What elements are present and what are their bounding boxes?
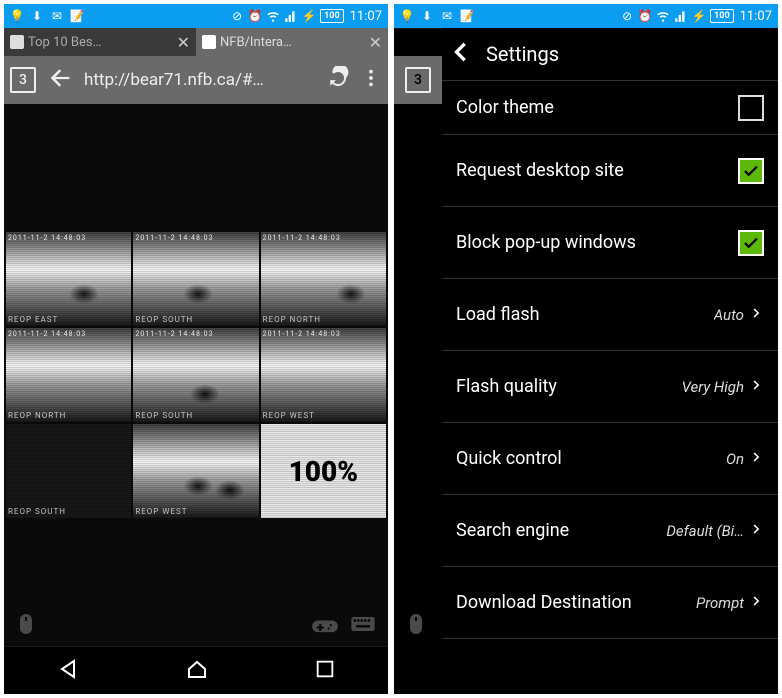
note-icon: 📝 bbox=[460, 9, 474, 23]
statusbar: 💡 ⬇ ✉ 📝 ⊘ ⏰ ⚡ 100 11:07 bbox=[4, 4, 388, 28]
gamepad-icon[interactable] bbox=[310, 610, 340, 642]
checkbox-checked-icon[interactable] bbox=[738, 158, 764, 184]
mail-icon: ✉ bbox=[440, 9, 454, 23]
close-icon[interactable]: ✕ bbox=[369, 33, 382, 52]
wifi-icon bbox=[266, 9, 280, 23]
chevron-right-icon bbox=[750, 519, 764, 543]
overflow-menu-icon[interactable] bbox=[360, 67, 382, 93]
battery-level: 100 bbox=[710, 9, 734, 23]
clock: 11:07 bbox=[740, 9, 772, 24]
camera-cell[interactable]: REOP WEST bbox=[133, 424, 258, 518]
setting-value: Auto bbox=[714, 306, 744, 324]
settings-panel: Settings Color theme Request desktop sit… bbox=[442, 28, 778, 646]
percent-label: 100% bbox=[289, 455, 358, 488]
chevron-right-icon bbox=[750, 303, 764, 327]
alarm-icon: ⏰ bbox=[638, 9, 652, 23]
note-icon: 📝 bbox=[70, 9, 84, 23]
setting-load-flash[interactable]: Load flash Auto bbox=[442, 279, 778, 351]
download-icon: ⬇ bbox=[420, 9, 434, 23]
camera-cell[interactable]: 2011-11-2 14:48:03 REOP SOUTH bbox=[133, 232, 258, 326]
phone-left: 💡 ⬇ ✉ 📝 ⊘ ⏰ ⚡ 100 11:07 Top 10 Bes… ✕ bbox=[4, 4, 388, 694]
statusbar: 💡 ⬇ ✉ 📝 ⊘ ⏰ ⚡ 100 11:07 bbox=[394, 4, 778, 28]
tab-strip: Top 10 Bes… ✕ NFB/Intera… ✕ bbox=[4, 28, 388, 56]
lightbulb-icon: 💡 bbox=[400, 9, 414, 23]
android-navbar bbox=[4, 646, 388, 694]
globe-icon bbox=[202, 35, 216, 49]
setting-quick-control[interactable]: Quick control On bbox=[442, 423, 778, 495]
nav-home-icon[interactable] bbox=[185, 657, 209, 685]
chevron-right-icon bbox=[750, 591, 764, 615]
back-icon[interactable] bbox=[46, 64, 74, 96]
setting-request-desktop[interactable]: Request desktop site bbox=[442, 135, 778, 207]
setting-download-destination[interactable]: Download Destination Prompt bbox=[442, 567, 778, 639]
battery-level: 100 bbox=[320, 9, 344, 23]
setting-block-popups[interactable]: Block pop-up windows bbox=[442, 207, 778, 279]
no-sim-icon: ⊘ bbox=[620, 9, 634, 23]
signal-icon bbox=[674, 9, 688, 23]
camera-cell[interactable]: 2011-11-2 14:48:03 REOP NORTH bbox=[261, 232, 386, 326]
mouse-icon[interactable] bbox=[14, 610, 38, 642]
tab-1[interactable]: NFB/Intera… ✕ bbox=[196, 28, 388, 56]
download-icon: ⬇ bbox=[30, 9, 44, 23]
lightbulb-icon: 💡 bbox=[10, 9, 24, 23]
camera-cell[interactable]: REOP SOUTH bbox=[6, 424, 131, 518]
mail-icon: ✉ bbox=[50, 9, 64, 23]
nav-back-icon[interactable] bbox=[56, 657, 80, 685]
address-bar-peek: 3 bbox=[394, 56, 442, 104]
setting-search-engine[interactable]: Search engine Default (Bi… bbox=[442, 495, 778, 567]
camera-cell[interactable]: 2011-11-2 14:48:03 REOP WEST bbox=[261, 328, 386, 422]
setting-value: Default (Bi… bbox=[666, 522, 744, 540]
url-field[interactable]: http://bear71.nfb.ca/#… bbox=[84, 70, 316, 90]
alarm-icon: ⏰ bbox=[248, 9, 262, 23]
close-icon[interactable]: ✕ bbox=[177, 33, 190, 52]
chevron-right-icon bbox=[750, 447, 764, 471]
setting-value: Prompt bbox=[696, 594, 744, 612]
tabs-count-button[interactable]: 3 bbox=[405, 67, 431, 93]
no-sim-icon: ⊘ bbox=[230, 9, 244, 23]
address-bar: 3 http://bear71.nfb.ca/#… bbox=[4, 56, 388, 104]
camera-cell[interactable]: 2011-11-2 14:48:03 REOP NORTH bbox=[6, 328, 131, 422]
camera-grid: 2011-11-2 14:48:03 REOP EAST 2011-11-2 1… bbox=[4, 230, 388, 520]
tabs-count-button[interactable]: 3 bbox=[10, 67, 36, 93]
checkbox-unchecked-icon[interactable] bbox=[738, 95, 764, 121]
settings-header: Settings bbox=[442, 28, 778, 80]
tab-label: NFB/Intera… bbox=[220, 35, 292, 50]
charging-icon: ⚡ bbox=[302, 9, 316, 23]
setting-color-theme[interactable]: Color theme bbox=[442, 81, 778, 135]
nav-recent-icon[interactable] bbox=[314, 658, 336, 684]
keyboard-icon[interactable] bbox=[348, 610, 378, 642]
signal-icon bbox=[284, 9, 298, 23]
camera-cell[interactable]: 2011-11-2 14:48:03 REOP EAST bbox=[6, 232, 131, 326]
tab-label: Top 10 Bes… bbox=[28, 35, 101, 50]
setting-flash-quality[interactable]: Flash quality Very High bbox=[442, 351, 778, 423]
mouse-icon[interactable] bbox=[404, 610, 428, 642]
clock: 11:07 bbox=[350, 9, 382, 24]
tab-0[interactable]: Top 10 Bes… ✕ bbox=[4, 28, 196, 56]
settings-list[interactable]: Color theme Request desktop site Block p… bbox=[442, 80, 778, 646]
setting-value: On bbox=[726, 450, 744, 468]
chevron-right-icon bbox=[750, 375, 764, 399]
camera-cell[interactable]: 2011-11-2 14:48:03 REOP SOUTH bbox=[133, 328, 258, 422]
setting-value: Very High bbox=[682, 378, 744, 396]
phone-right: 💡 ⬇ ✉ 📝 ⊘ ⏰ ⚡ 100 11:07 Top… 3 bbox=[394, 4, 778, 694]
settings-title: Settings bbox=[486, 42, 559, 66]
charging-icon: ⚡ bbox=[692, 9, 706, 23]
camera-cell-percent[interactable]: 100% bbox=[261, 424, 386, 518]
globe-icon bbox=[10, 35, 24, 49]
checkbox-checked-icon[interactable] bbox=[738, 230, 764, 256]
page-content[interactable]: 2011-11-2 14:48:03 REOP EAST 2011-11-2 1… bbox=[4, 104, 388, 646]
back-chevron-icon[interactable] bbox=[446, 38, 474, 70]
wifi-icon bbox=[656, 9, 670, 23]
reload-icon[interactable] bbox=[326, 66, 350, 94]
